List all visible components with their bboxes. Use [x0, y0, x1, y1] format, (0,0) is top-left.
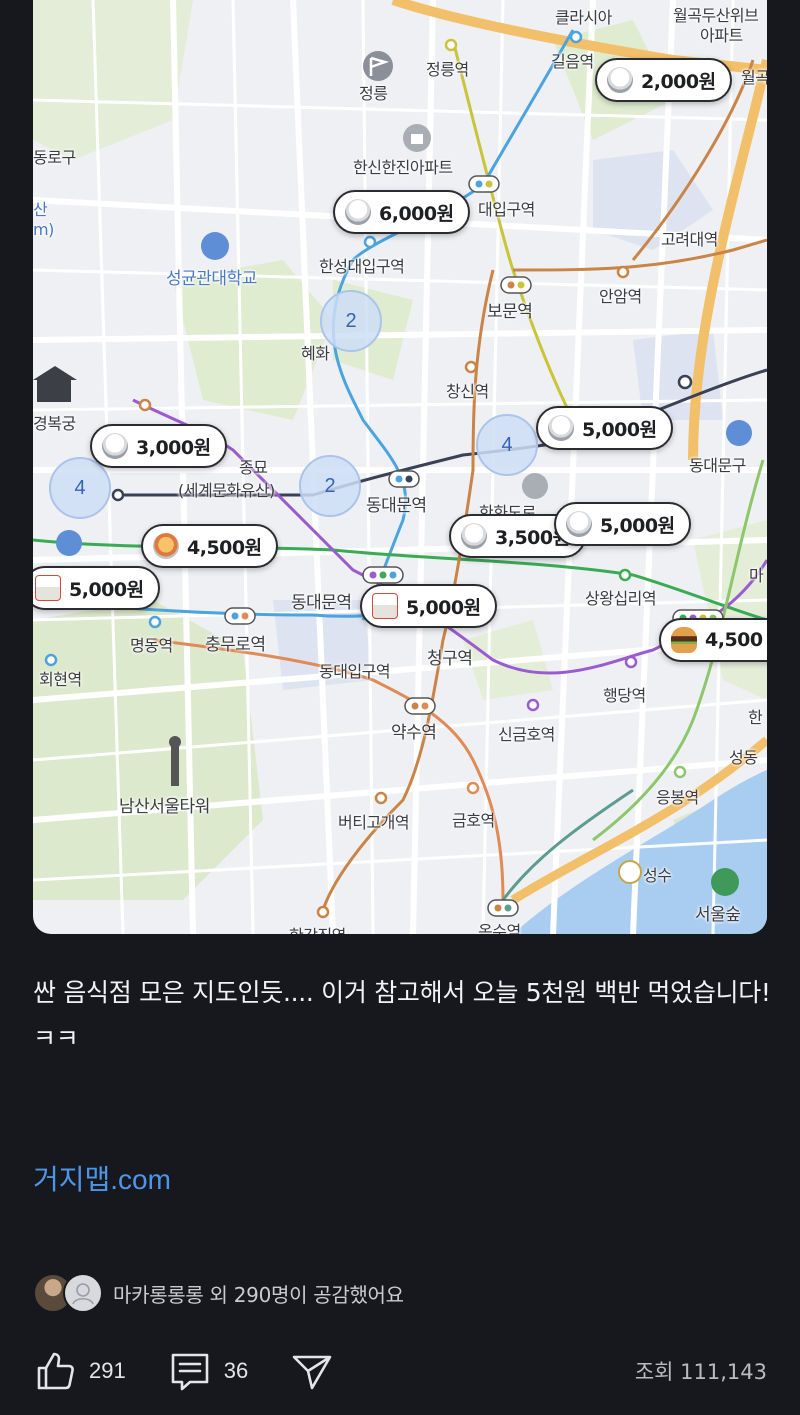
map-label: 한강진역 [289, 922, 346, 934]
map-label: 동대문구 [689, 456, 746, 475]
comment-button[interactable]: 36 [168, 1349, 248, 1393]
comment-count: 36 [223, 1358, 249, 1383]
share-button[interactable] [290, 1349, 334, 1393]
cluster-marker[interactable]: 2 [320, 290, 382, 352]
map-label: m) [33, 220, 54, 239]
rice-bowl-icon [345, 199, 371, 225]
map-label: 남산서울타워 [119, 797, 210, 817]
rice-bowl-icon [102, 433, 128, 459]
map-label: 길음역 [551, 52, 594, 71]
default-avatar-icon [72, 1283, 94, 1305]
burger-icon [671, 627, 697, 653]
map-label: 아파트 [700, 26, 743, 45]
pin-price: 5,000원 [600, 514, 675, 537]
pin-price: 5,000원 [582, 418, 657, 441]
send-icon [292, 1355, 332, 1390]
cluster-marker[interactable]: 4 [49, 457, 111, 519]
map-label: 보문역 [487, 302, 533, 322]
pin-price: 3,000원 [136, 436, 211, 459]
pin-price: 2,000원 [641, 70, 716, 93]
map-label: 종묘 [239, 458, 268, 477]
reaction-summary[interactable]: 마카롱롱롱 외 290명이 공감했어요 [33, 1272, 404, 1314]
map-label: 응봉역 [656, 788, 699, 807]
rice-bowl-icon [548, 415, 574, 441]
map-label: 대입구역 [478, 200, 535, 219]
price-pin[interactable]: 6,000원 [333, 190, 470, 234]
pin-price: 4,500원 [187, 536, 262, 559]
price-pin[interactable]: 4,500원 [141, 524, 278, 568]
map-label: 충무로역 [205, 635, 266, 655]
map-label: 한 [748, 708, 763, 727]
takeout-box-icon [35, 575, 61, 601]
price-pin[interactable]: 5,000원 [536, 406, 673, 450]
view-count: 조회 111,143 [634, 1360, 767, 1384]
map-label: 신금호역 [498, 725, 555, 744]
rice-bowl-icon [607, 67, 633, 93]
price-pin[interactable]: 4,500 [659, 618, 767, 662]
pin-price: 5,000원 [69, 578, 144, 601]
map-label: 안암역 [599, 287, 642, 306]
price-pin[interactable]: 5,000원 [33, 566, 160, 610]
map-label: 동로구 [33, 148, 76, 167]
map-label: 동대문역 [366, 496, 427, 516]
map-label: 상왕십리역 [585, 589, 657, 608]
cluster-marker[interactable]: 4 [476, 414, 538, 476]
map-label: 동대입구역 [319, 662, 391, 681]
pin-price: 5,000원 [406, 596, 481, 619]
map-label: 성균관대학교 [166, 269, 257, 289]
map-label: 월곡 [741, 68, 767, 87]
like-count: 291 [89, 1358, 126, 1383]
pin-price: 6,000원 [379, 202, 454, 225]
pin-price: 4,500 [705, 629, 763, 651]
map-label: 청구역 [427, 649, 473, 669]
reaction-summary-text: 마카롱롱롱 외 290명이 공감했어요 [113, 1282, 404, 1307]
map-label: 명동역 [130, 636, 173, 655]
map-label: 경복궁 [33, 414, 76, 433]
map-label: 한신한진아파트 [353, 158, 453, 177]
map-label: 성수 [643, 866, 672, 885]
price-pin[interactable]: 3,000원 [90, 424, 227, 468]
cluster-marker[interactable]: 2 [299, 455, 361, 517]
map-image[interactable]: 클라시아 월곡두산위브 아파트 정릉역 길음역 월곡 정릉 동로구 한신한진아파… [33, 0, 767, 934]
thumbs-up-icon [37, 1352, 74, 1390]
comment-icon [171, 1353, 209, 1391]
avatar [63, 1273, 103, 1313]
action-bar: 291 36 조회 111,143 [33, 1345, 767, 1397]
map-label: 동대문역 [291, 593, 352, 613]
map-label: 회현역 [39, 670, 82, 689]
map-label: 고려대역 [661, 230, 718, 249]
price-pin[interactable]: 5,000원 [360, 584, 497, 628]
map-label: 산 [33, 200, 48, 219]
map-label: (세계문화유산) [178, 481, 275, 500]
rice-bowl-icon [461, 523, 487, 549]
noodle-bowl-icon [153, 533, 179, 559]
map-label: 서울숲 [695, 905, 741, 925]
map-label: 금호역 [452, 811, 495, 830]
map-label: 성동 [729, 748, 758, 767]
map-label: 정릉역 [426, 60, 469, 79]
takeout-box-icon [372, 593, 398, 619]
map-label: 클라시아 [555, 8, 612, 27]
map-label: 창신역 [446, 382, 489, 401]
post-body: 싼 음식점 모은 지도인듯.... 이거 참고해서 오늘 5천원 백반 먹었습니… [33, 978, 771, 1053]
map-label: 행당역 [603, 686, 646, 705]
map-label: 버티고개역 [338, 813, 410, 832]
rice-bowl-icon [566, 511, 592, 537]
price-pin[interactable]: 2,000원 [595, 58, 732, 102]
like-button[interactable]: 291 [33, 1349, 126, 1393]
post-link[interactable]: 거지맵.com [33, 1158, 171, 1198]
map-label: 정릉 [359, 84, 388, 103]
price-pin[interactable]: 5,000원 [554, 502, 691, 546]
map-label: 한성대입구역 [319, 257, 405, 276]
map-label: 마 [749, 566, 764, 585]
map-label: 옥수역 [478, 922, 521, 934]
map-label: 약수역 [391, 723, 437, 743]
map-label: 혜화 [301, 344, 330, 363]
